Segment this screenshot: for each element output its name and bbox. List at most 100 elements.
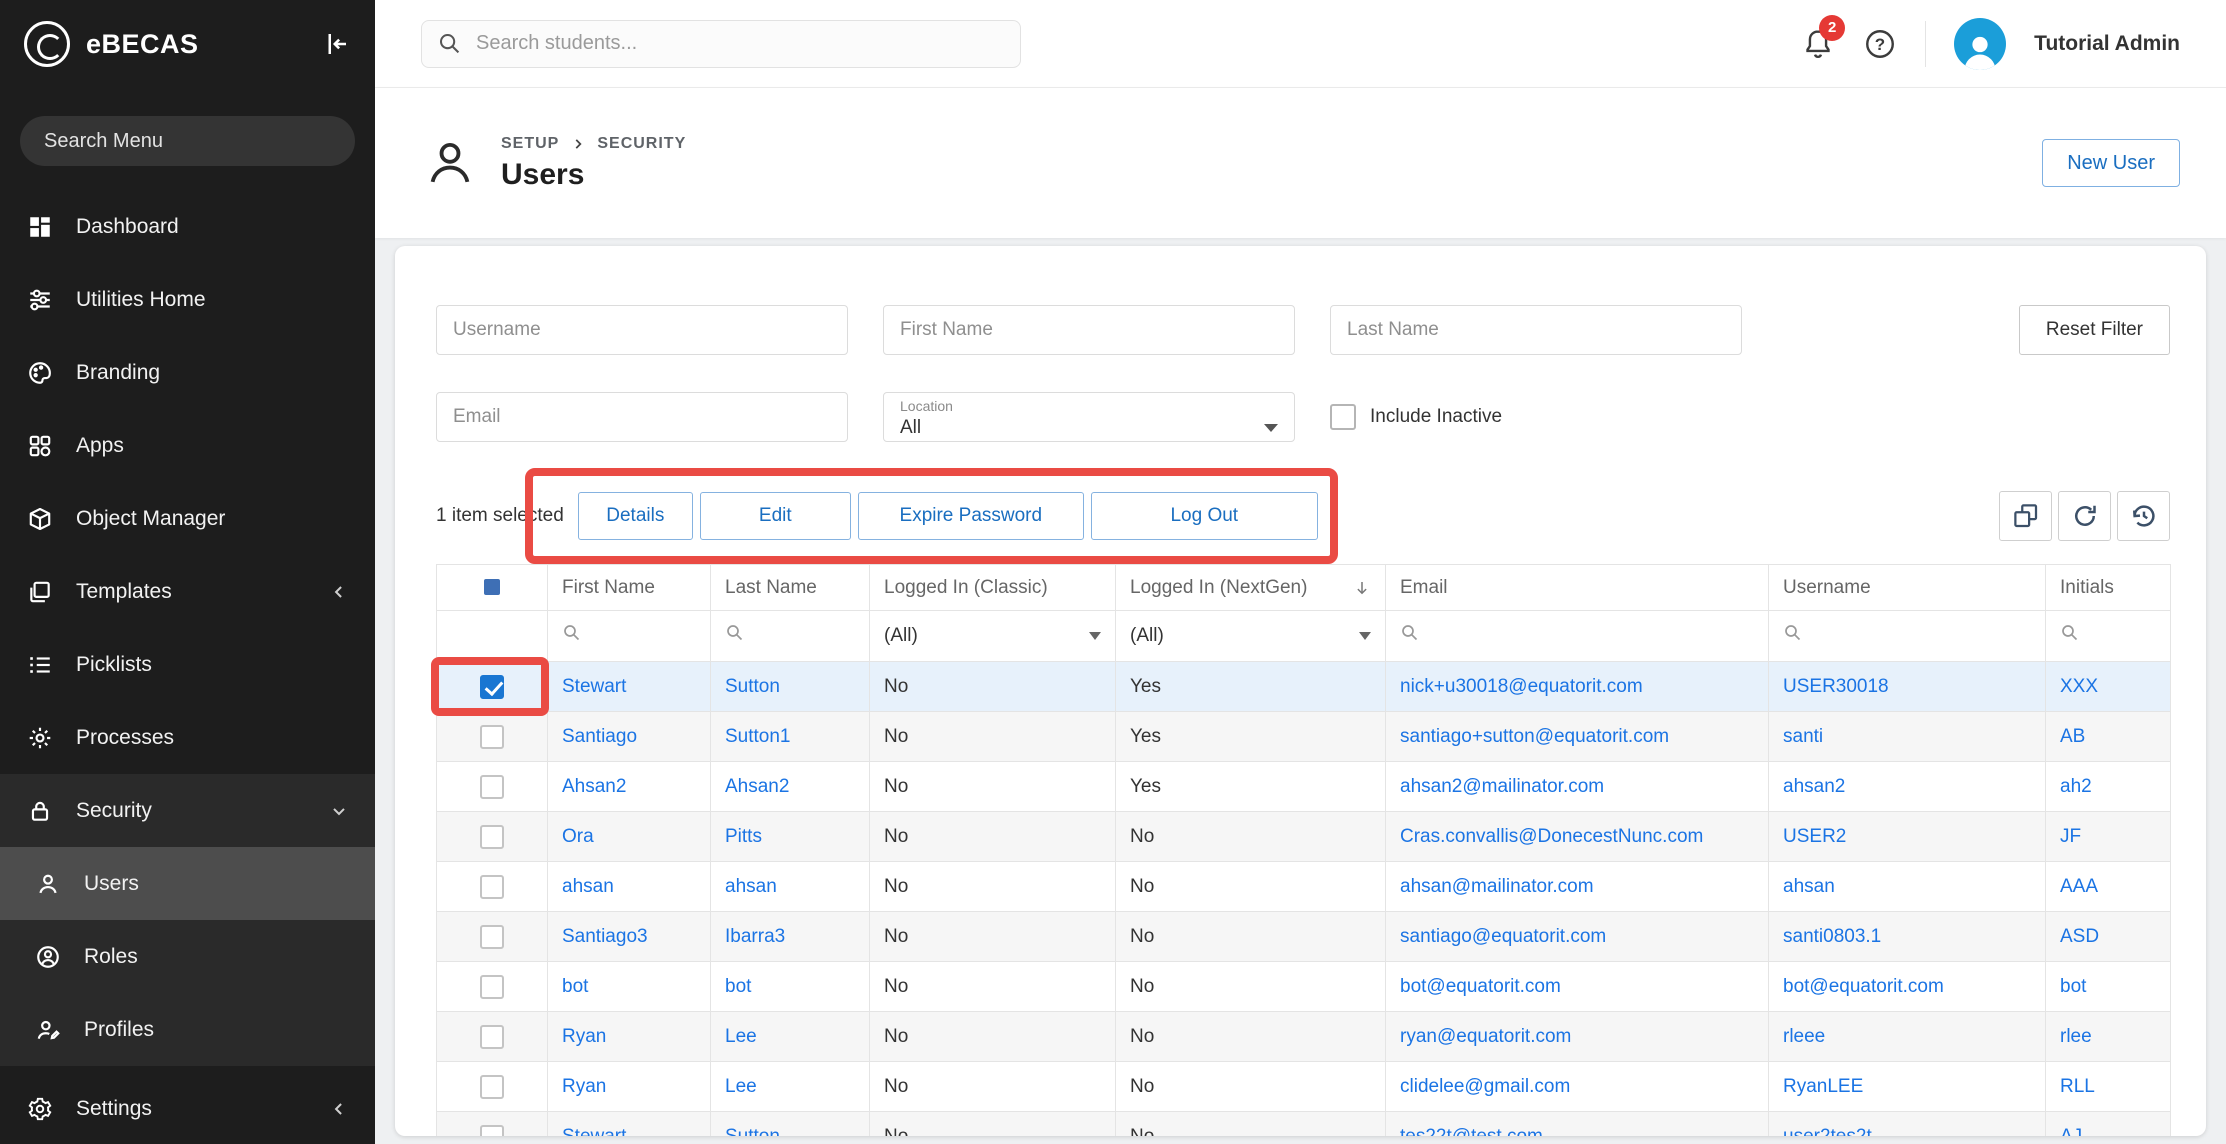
username-cell[interactable]: santi0803.1 bbox=[1769, 912, 2046, 962]
expire-password-button[interactable]: Expire Password bbox=[858, 492, 1084, 540]
refresh-button[interactable] bbox=[2058, 491, 2111, 541]
email-cell[interactable]: santiago+sutton@equatorit.com bbox=[1386, 712, 1769, 762]
username-column-filter[interactable] bbox=[1769, 611, 2046, 662]
column-header-initials[interactable]: Initials bbox=[2046, 565, 2171, 611]
last-name-cell[interactable]: Sutton bbox=[711, 662, 870, 712]
sidebar-item-branding[interactable]: Branding bbox=[0, 336, 375, 409]
last-name-cell[interactable]: ahsan bbox=[711, 862, 870, 912]
first-name-cell[interactable]: Stewart bbox=[548, 1112, 711, 1137]
help-button[interactable]: ? bbox=[1863, 27, 1897, 61]
initials-cell[interactable]: ah2 bbox=[2046, 762, 2171, 812]
column-header-last-name[interactable]: Last Name bbox=[711, 565, 870, 611]
email-cell[interactable]: ahsan@mailinator.com bbox=[1386, 862, 1769, 912]
email-cell[interactable]: tes22t@test.com bbox=[1386, 1112, 1769, 1137]
sidebar-collapse-button[interactable] bbox=[321, 29, 351, 59]
first-name-cell[interactable]: Ahsan2 bbox=[548, 762, 711, 812]
sidebar-item-users[interactable]: Users bbox=[0, 847, 375, 920]
email-cell[interactable]: santiago@equatorit.com bbox=[1386, 912, 1769, 962]
email-cell[interactable]: ahsan2@mailinator.com bbox=[1386, 762, 1769, 812]
initials-cell[interactable]: AB bbox=[2046, 712, 2171, 762]
edit-button[interactable]: Edit bbox=[700, 492, 851, 540]
username-cell[interactable]: ahsan2 bbox=[1769, 762, 2046, 812]
revert-history-button[interactable] bbox=[2117, 491, 2170, 541]
sidebar-item-object-manager[interactable]: Object Manager bbox=[0, 482, 375, 555]
first-name-filter-input[interactable] bbox=[883, 305, 1295, 355]
sidebar-item-dashboard[interactable]: Dashboard bbox=[0, 190, 375, 263]
username-cell[interactable]: user2tes2t bbox=[1769, 1112, 2046, 1137]
first-name-column-filter[interactable] bbox=[548, 611, 711, 662]
table-row[interactable]: bot bot No No bot@equatorit.com bot@equa… bbox=[437, 962, 2171, 1012]
username-cell[interactable]: RyanLEE bbox=[1769, 1062, 2046, 1112]
avatar[interactable] bbox=[1954, 18, 2006, 70]
table-row[interactable]: Ryan Lee No No clidelee@gmail.com RyanLE… bbox=[437, 1062, 2171, 1112]
table-row[interactable]: Ora Pitts No No Cras.convallis@DonecestN… bbox=[437, 812, 2171, 862]
breadcrumb-security[interactable]: SECURITY bbox=[597, 135, 686, 153]
row-checkbox[interactable] bbox=[480, 1025, 504, 1049]
sidebar-item-picklists[interactable]: Picklists bbox=[0, 628, 375, 701]
initials-cell[interactable]: rlee bbox=[2046, 1012, 2171, 1062]
row-checkbox[interactable] bbox=[480, 1125, 504, 1137]
column-header-logged-in-nextgen[interactable]: Logged In (NextGen) bbox=[1116, 565, 1386, 611]
table-row[interactable]: Ryan Lee No No ryan@equatorit.com rleee … bbox=[437, 1012, 2171, 1062]
sidebar-search-input[interactable] bbox=[20, 116, 355, 166]
log-out-button[interactable]: Log Out bbox=[1091, 492, 1318, 540]
new-user-button[interactable]: New User bbox=[2042, 139, 2180, 187]
email-column-filter[interactable] bbox=[1386, 611, 1769, 662]
email-filter-input[interactable] bbox=[436, 392, 848, 442]
row-checkbox[interactable] bbox=[480, 925, 504, 949]
initials-cell[interactable]: AJ bbox=[2046, 1112, 2171, 1137]
select-all-checkbox[interactable] bbox=[484, 579, 500, 595]
username-cell[interactable]: USER30018 bbox=[1769, 662, 2046, 712]
include-inactive-option[interactable]: Include Inactive bbox=[1330, 404, 1742, 430]
include-inactive-checkbox[interactable] bbox=[1330, 404, 1356, 430]
username-cell[interactable]: ahsan bbox=[1769, 862, 2046, 912]
first-name-cell[interactable]: Ryan bbox=[548, 1012, 711, 1062]
row-checkbox[interactable] bbox=[480, 775, 504, 799]
email-cell[interactable]: bot@equatorit.com bbox=[1386, 962, 1769, 1012]
sidebar-item-security[interactable]: Security bbox=[0, 774, 375, 847]
classic-column-filter[interactable]: (All) bbox=[870, 611, 1116, 662]
location-select[interactable]: Location All bbox=[883, 392, 1295, 442]
first-name-cell[interactable]: Ryan bbox=[548, 1062, 711, 1112]
sidebar-item-profiles[interactable]: Profiles bbox=[0, 993, 375, 1066]
username-cell[interactable]: santi bbox=[1769, 712, 2046, 762]
initials-cell[interactable]: JF bbox=[2046, 812, 2171, 862]
column-header-first-name[interactable]: First Name bbox=[548, 565, 711, 611]
last-name-cell[interactable]: Lee bbox=[711, 1062, 870, 1112]
first-name-cell[interactable]: Santiago3 bbox=[548, 912, 711, 962]
row-checkbox[interactable] bbox=[480, 725, 504, 749]
column-header-email[interactable]: Email bbox=[1386, 565, 1769, 611]
row-checkbox[interactable] bbox=[480, 975, 504, 999]
sidebar-item-utilities-home[interactable]: Utilities Home bbox=[0, 263, 375, 336]
column-chooser-button[interactable] bbox=[1999, 491, 2052, 541]
last-name-cell[interactable]: bot bbox=[711, 962, 870, 1012]
table-row[interactable]: ahsan ahsan No No ahsan@mailinator.com a… bbox=[437, 862, 2171, 912]
row-checkbox[interactable] bbox=[480, 675, 504, 699]
last-name-cell[interactable]: Ahsan2 bbox=[711, 762, 870, 812]
username-cell[interactable]: USER2 bbox=[1769, 812, 2046, 862]
table-row[interactable]: Santiago Sutton1 No Yes santiago+sutton@… bbox=[437, 712, 2171, 762]
sidebar-item-processes[interactable]: Processes bbox=[0, 701, 375, 774]
row-checkbox[interactable] bbox=[480, 1075, 504, 1099]
last-name-cell[interactable]: Lee bbox=[711, 1012, 870, 1062]
reset-filter-button[interactable]: Reset Filter bbox=[2019, 305, 2170, 355]
first-name-cell[interactable]: Stewart bbox=[548, 662, 711, 712]
email-cell[interactable]: Cras.convallis@DonecestNunc.com bbox=[1386, 812, 1769, 862]
initials-cell[interactable]: RLL bbox=[2046, 1062, 2171, 1112]
breadcrumb-setup[interactable]: SETUP bbox=[501, 135, 559, 153]
sidebar-item-settings[interactable]: Settings bbox=[0, 1072, 375, 1144]
details-button[interactable]: Details bbox=[578, 492, 693, 540]
email-cell[interactable]: ryan@equatorit.com bbox=[1386, 1012, 1769, 1062]
username-filter-input[interactable] bbox=[436, 305, 848, 355]
first-name-cell[interactable]: bot bbox=[548, 962, 711, 1012]
last-name-filter-input[interactable] bbox=[1330, 305, 1742, 355]
notifications-button[interactable]: 2 bbox=[1801, 27, 1835, 61]
initials-column-filter[interactable] bbox=[2046, 611, 2171, 662]
table-row[interactable]: Ahsan2 Ahsan2 No Yes ahsan2@mailinator.c… bbox=[437, 762, 2171, 812]
first-name-cell[interactable]: Ora bbox=[548, 812, 711, 862]
column-header-username[interactable]: Username bbox=[1769, 565, 2046, 611]
nextgen-column-filter[interactable]: (All) bbox=[1116, 611, 1386, 662]
last-name-column-filter[interactable] bbox=[711, 611, 870, 662]
table-row[interactable]: Santiago3 Ibarra3 No No santiago@equator… bbox=[437, 912, 2171, 962]
username-cell[interactable]: bot@equatorit.com bbox=[1769, 962, 2046, 1012]
